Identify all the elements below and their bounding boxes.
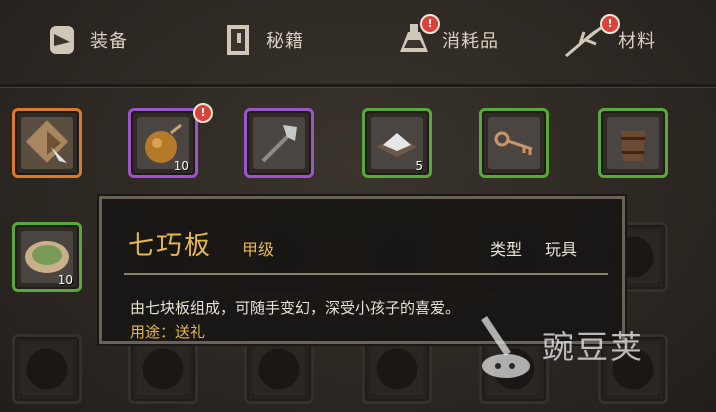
watermark: 豌豆荚 (478, 314, 708, 384)
item-new-badge: ! (193, 103, 213, 123)
item-usage: 用途：送礼 (130, 323, 206, 341)
herb-icon: ! (562, 14, 620, 60)
tab-equipment[interactable]: 装备 (42, 12, 128, 68)
tab-materials[interactable]: ! 材料 (562, 12, 656, 68)
item-slot-bucket[interactable] (598, 108, 668, 178)
tab-materials-badge: ! (600, 14, 620, 34)
watermark-logo-icon (481, 316, 530, 378)
watermark-text: 豌豆荚 (542, 328, 645, 366)
tab-manuals-label: 秘籍 (266, 31, 304, 52)
item-slot-key[interactable] (479, 108, 549, 178)
key-icon (488, 117, 540, 169)
item-slot-empty[interactable] (128, 334, 198, 404)
item-name: 七巧板 (128, 231, 213, 261)
item-description: 由七块板组成，可随手变幻，深受小孩子的喜爱。 (130, 299, 461, 317)
tab-consumables-badge: ! (420, 14, 440, 34)
tooltip-divider (124, 273, 608, 275)
item-type-value: 玩具 (545, 240, 578, 259)
potion-icon: ! (394, 14, 440, 60)
item-slot-empty[interactable] (244, 334, 314, 404)
item-slot-bomb[interactable]: 10 ! (128, 103, 213, 178)
tab-manuals[interactable]: 秘籍 (218, 12, 304, 68)
item-type-label: 类型 (490, 240, 523, 259)
item-grade: 甲级 (242, 240, 275, 259)
item-slot-herb-dish[interactable]: 10 (12, 222, 82, 292)
item-count: 5 (415, 159, 423, 173)
axe-icon (253, 117, 305, 169)
item-count: 10 (57, 273, 73, 287)
category-tabs: 装备 秘籍 ! 消耗品 ! 材料 (0, 0, 716, 82)
item-slot-empty[interactable] (362, 334, 432, 404)
tab-materials-label: 材料 (618, 31, 656, 52)
item-count: 10 (173, 159, 189, 173)
equipment-icon (42, 20, 82, 60)
tab-divider (0, 84, 716, 88)
item-slot-salt[interactable]: 5 (362, 108, 432, 178)
tab-consumables-label: 消耗品 (442, 31, 499, 52)
tangram-board-icon (21, 117, 73, 169)
tab-equipment-label: 装备 (90, 31, 128, 52)
inventory-screen: 装备 秘籍 ! 消耗品 ! 材料 10 ! 5 10 七巧板 甲级 类型 玩具 … (0, 0, 716, 412)
tab-consumables[interactable]: ! 消耗品 (394, 12, 499, 68)
item-slot-axe[interactable] (244, 108, 314, 178)
wooden-bucket-icon (607, 117, 659, 169)
item-slot-empty[interactable] (12, 334, 82, 404)
item-slot-tangram[interactable] (12, 108, 82, 178)
book-icon (218, 20, 258, 60)
